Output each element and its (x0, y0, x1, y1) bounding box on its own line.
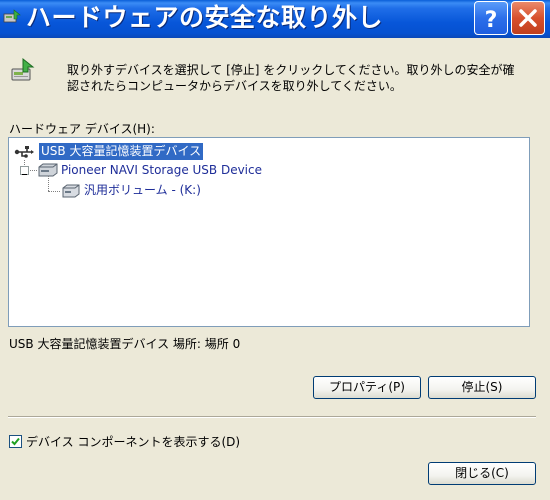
tree-item-generic-volume[interactable]: 汎用ボリューム - (K:) (84, 182, 201, 199)
drive-icon (38, 163, 58, 177)
tree-connector (48, 191, 60, 192)
svg-text:?: ? (485, 8, 498, 33)
help-icon: ? (485, 8, 498, 33)
separator (8, 416, 536, 418)
usb-icon (14, 146, 34, 158)
show-components-checkbox[interactable] (9, 435, 22, 448)
tree-item-pioneer-device[interactable]: Pioneer NAVI Storage USB Device (61, 162, 262, 179)
tree-connector (30, 170, 37, 171)
instruction-text: 取り外すデバイスを選択して [停止] をクリックしてください。取り外しの安全が確… (67, 63, 515, 93)
close-icon (519, 9, 537, 27)
safely-remove-hardware-icon (11, 57, 35, 81)
volume-icon (62, 184, 80, 198)
hardware-devices-label: ハードウェア デバイス(H): (9, 122, 155, 136)
close-button[interactable]: 閉じる(C) (428, 462, 536, 485)
tree-expander[interactable] (20, 166, 29, 175)
properties-button[interactable]: プロパティ(P) (313, 376, 421, 399)
hardware-tree-view[interactable]: USB 大容量記憶装置デバイス Pioneer NAVI Storage USB… (8, 137, 530, 327)
title-bar: ハードウェアの安全な取り外し ? (0, 0, 550, 38)
hardware-eject-icon (3, 9, 21, 23)
close-window-button[interactable] (511, 1, 545, 35)
show-components-label[interactable]: デバイス コンポーネントを表示する(D) (26, 434, 240, 450)
tree-item-usb-mass-storage[interactable]: USB 大容量記憶装置デバイス (39, 143, 204, 160)
checkmark-icon (11, 437, 20, 446)
minus-icon (22, 174, 27, 175)
tree-connector (48, 176, 49, 191)
window-title: ハードウェアの安全な取り外し (26, 3, 384, 32)
help-button[interactable]: ? (474, 1, 508, 35)
device-status-text: USB 大容量記憶装置デバイス 場所: 場所 0 (9, 337, 241, 351)
stop-button[interactable]: 停止(S) (428, 376, 536, 399)
